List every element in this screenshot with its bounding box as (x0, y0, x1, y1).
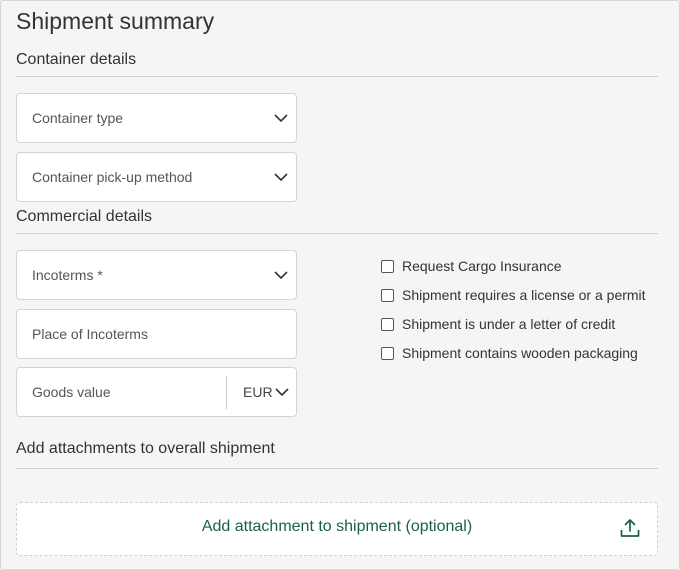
upload-icon[interactable] (619, 517, 641, 539)
currency-separator (226, 376, 227, 409)
checkbox-label: Shipment requires a license or a permit (402, 287, 646, 303)
commercial-details-heading: Commercial details (16, 208, 153, 225)
add-attachment-link[interactable]: Add attachment to shipment (optional) (17, 518, 657, 536)
container-type-select[interactable]: Container type (16, 93, 297, 143)
chevron-down-icon[interactable] (274, 386, 290, 398)
license-permit-checkbox[interactable] (381, 288, 394, 302)
container-details-heading: Container details (16, 51, 137, 68)
place-of-incoterms-input[interactable]: Place of Incoterms (16, 309, 297, 359)
incoterms-placeholder: Incoterms * (32, 267, 103, 283)
checkbox-row-letter-of-credit[interactable]: Shipment is under a letter of credit (381, 315, 615, 333)
cargo-insurance-checkbox[interactable] (381, 259, 394, 273)
attachments-divider (16, 468, 658, 469)
shipment-summary-panel: Shipment summary Container details Conta… (0, 0, 680, 570)
currency-select[interactable]: EUR (243, 384, 273, 400)
container-pickup-method-placeholder: Container pick-up method (32, 169, 193, 185)
container-details-divider (16, 76, 658, 77)
place-of-incoterms-placeholder: Place of Incoterms (32, 326, 148, 342)
chevron-down-icon (274, 173, 288, 182)
attachments-heading: Add attachments to overall shipment (16, 440, 275, 457)
checkbox-label: Request Cargo Insurance (402, 258, 562, 274)
goods-value-input[interactable]: Goods value EUR (16, 367, 297, 417)
checkbox-row-license-permit[interactable]: Shipment requires a license or a permit (381, 286, 646, 304)
letter-of-credit-checkbox[interactable] (381, 317, 394, 331)
wooden-packaging-checkbox[interactable] (381, 346, 394, 360)
incoterms-select[interactable]: Incoterms * (16, 250, 297, 300)
checkbox-label: Shipment contains wooden packaging (402, 345, 638, 361)
container-pickup-method-select[interactable]: Container pick-up method (16, 152, 297, 202)
commercial-details-divider (16, 233, 658, 234)
chevron-down-icon (274, 271, 288, 280)
page-title: Shipment summary (16, 8, 215, 34)
container-type-placeholder: Container type (32, 110, 124, 126)
chevron-down-icon (274, 114, 288, 123)
checkbox-row-wooden-packaging[interactable]: Shipment contains wooden packaging (381, 344, 638, 362)
attachment-dropzone[interactable]: Add attachment to shipment (optional) (16, 502, 658, 556)
checkbox-row-cargo-insurance[interactable]: Request Cargo Insurance (381, 257, 562, 275)
goods-value-placeholder: Goods value (32, 384, 111, 400)
checkbox-label: Shipment is under a letter of credit (402, 316, 616, 332)
